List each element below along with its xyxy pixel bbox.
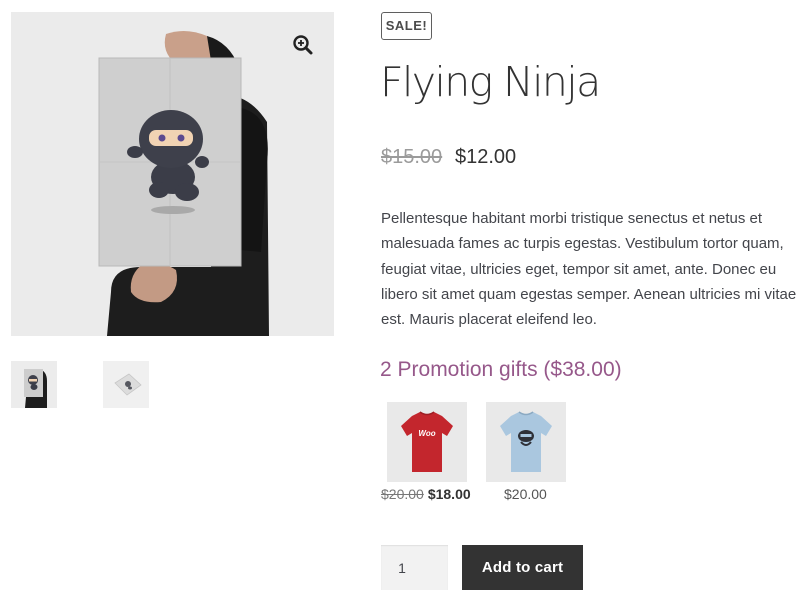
blue-tshirt-icon <box>486 402 566 482</box>
gift-product-image-blue-tshirt[interactable] <box>486 402 566 482</box>
promotion-gifts-title: 2 Promotion gifts ($38.00) <box>380 358 622 381</box>
gallery-thumbnail-1[interactable] <box>11 361 57 408</box>
product-main-image[interactable] <box>11 12 334 336</box>
product-title: Flying Ninja <box>380 58 601 106</box>
quantity-input[interactable] <box>381 545 448 590</box>
gift-2-price: $20.00 <box>504 486 547 502</box>
sale-price: $12.00 <box>455 146 517 168</box>
regular-price: $15.00 <box>381 146 443 168</box>
ninja-poster-photo <box>98 30 269 336</box>
sale-badge: SALE! <box>381 12 432 40</box>
add-to-cart-button[interactable]: Add to cart <box>462 545 583 590</box>
gallery-thumbnail-2[interactable] <box>103 361 149 408</box>
gift-1-sale-price: $18.00 <box>427 486 471 502</box>
gift-product-image-red-tshirt[interactable]: Woo <box>387 402 467 482</box>
product-short-description: Pellentesque habitant morbi tristique se… <box>381 210 797 329</box>
svg-text:Woo: Woo <box>418 429 435 438</box>
gift-1-price: $20.00 $18.00 <box>381 486 471 502</box>
red-tshirt-icon: Woo <box>387 402 467 482</box>
gift-1-regular-price: $20.00 <box>381 486 424 502</box>
zoom-in-icon[interactable] <box>292 34 314 56</box>
